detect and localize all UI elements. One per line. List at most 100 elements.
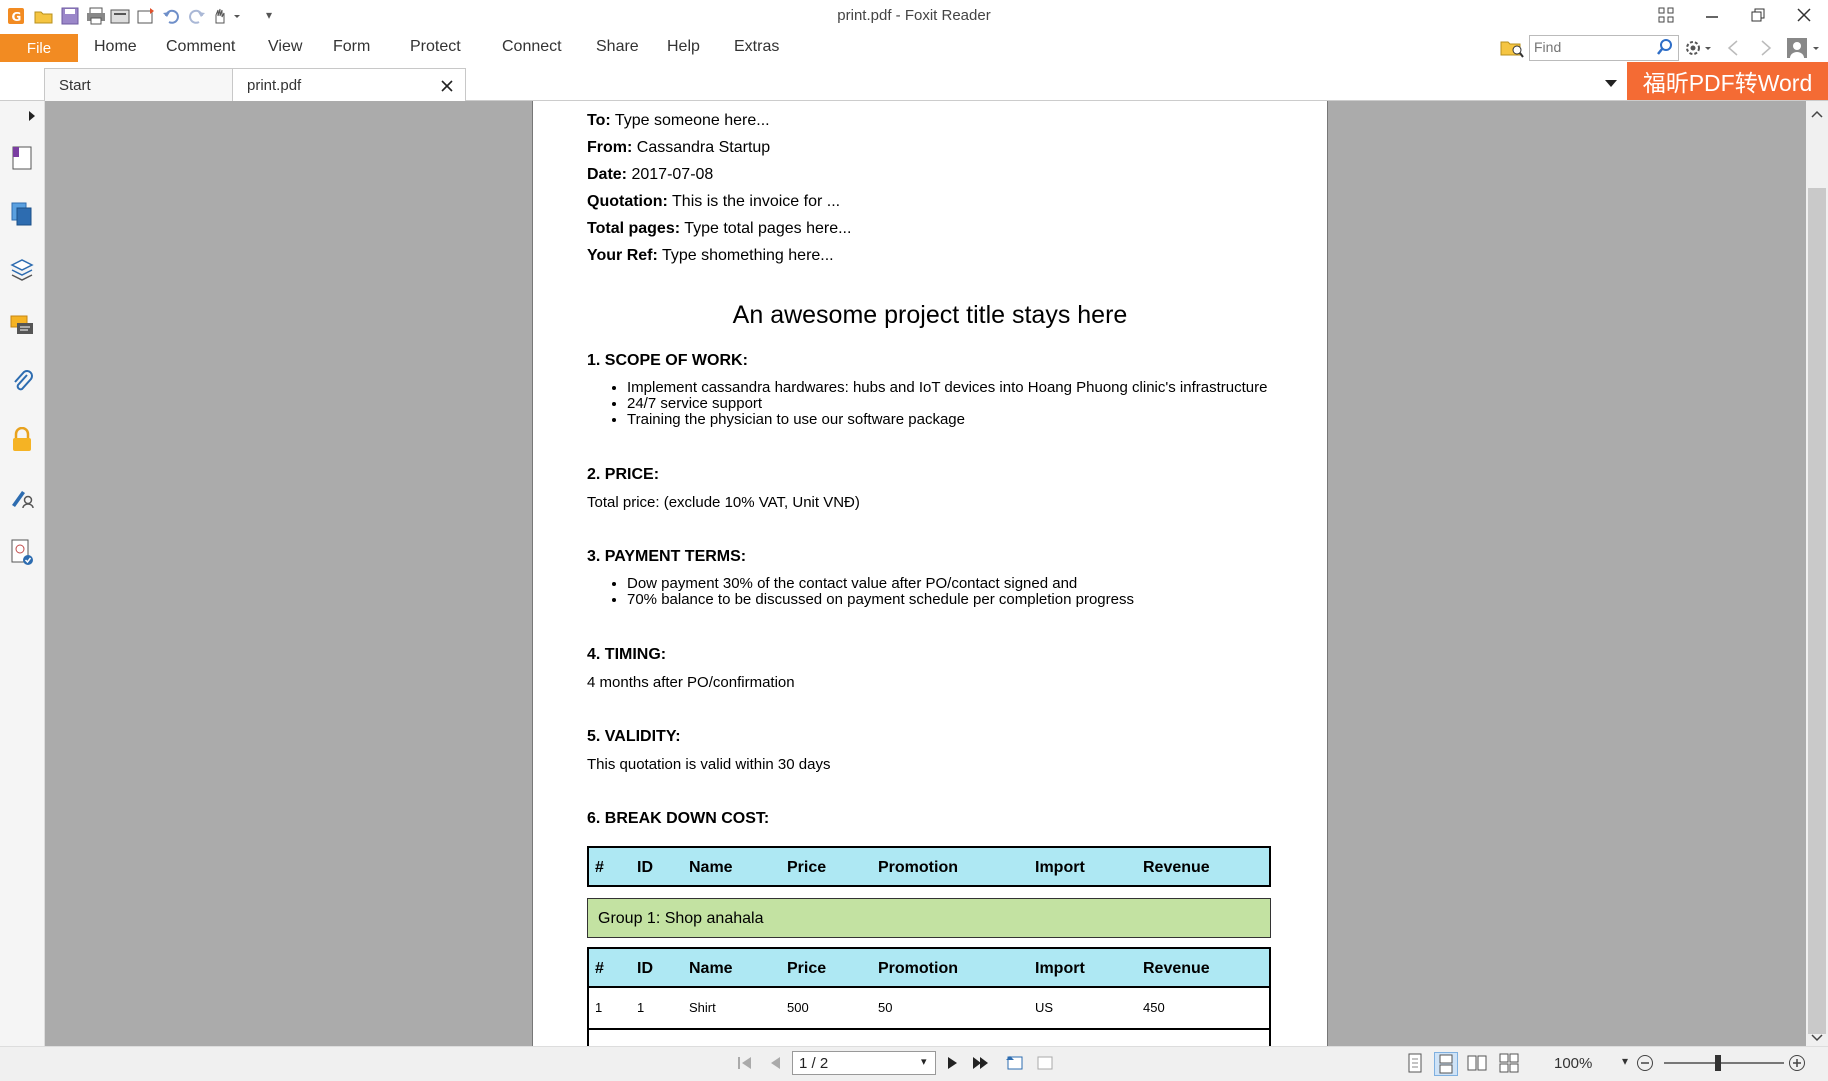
menu-comment[interactable]: Comment <box>166 38 235 56</box>
validity-heading: 5. VALIDITY: <box>587 728 681 745</box>
cell-hash: 1 <box>595 1000 603 1015</box>
file-menu-button[interactable]: File <box>0 34 78 62</box>
breakdown-header-table: # ID Name Price Promotion Import Revenue <box>587 846 1271 887</box>
menu-view[interactable]: View <box>268 38 302 56</box>
security-icon[interactable] <box>6 424 38 456</box>
zoom-dropdown-icon[interactable]: ▾ <box>1622 1054 1628 1068</box>
col-price: Price <box>787 960 827 977</box>
menu-help[interactable]: Help <box>667 38 700 56</box>
price-text: Total price: (exclude 10% VAT, Unit VNĐ) <box>587 494 860 511</box>
restore-icon[interactable] <box>1736 2 1780 28</box>
col-name: Name <box>689 960 733 977</box>
scroll-up-icon[interactable] <box>1810 106 1824 122</box>
previous-view-icon[interactable] <box>1004 1052 1026 1074</box>
tab-print-pdf-label: print.pdf <box>247 77 302 94</box>
page-number-field[interactable]: 1 / 2 ▾ <box>792 1051 936 1075</box>
page-dropdown-icon[interactable]: ▾ <box>921 1055 927 1068</box>
cell-revenue: 450 <box>1143 1000 1165 1015</box>
scope-bullet: 24/7 service support <box>627 396 1267 412</box>
payment-bullet: 70% balance to be discussed on payment s… <box>627 592 1134 608</box>
scope-list: Implement cassandra hardwares: hubs and … <box>587 380 1267 428</box>
first-page-icon[interactable] <box>734 1052 756 1074</box>
expand-panel-icon[interactable] <box>28 109 36 125</box>
header-field-from: From: Cassandra Startup <box>587 139 771 156</box>
cell-import: US <box>1035 1000 1054 1015</box>
breakdown-table: # ID Name Price Promotion Import Revenue… <box>587 947 1271 1046</box>
timing-text: 4 months after PO/confirmation <box>587 674 795 691</box>
zoom-slider-thumb[interactable] <box>1715 1055 1721 1071</box>
col-price: Price <box>787 859 827 876</box>
convert-to-word-banner[interactable]: 福昕PDF转Word <box>1627 62 1828 100</box>
find-field[interactable] <box>1529 35 1679 61</box>
menu-extras[interactable]: Extras <box>734 38 779 56</box>
close-tab-icon[interactable] <box>441 79 453 96</box>
user-account-icon[interactable] <box>1786 36 1822 60</box>
menu-form[interactable]: Form <box>333 38 370 56</box>
col-revenue: Revenue <box>1143 960 1210 977</box>
zoom-out-icon[interactable] <box>1634 1052 1656 1074</box>
col-promotion: Promotion <box>878 859 958 876</box>
col-hash: # <box>595 960 604 977</box>
tab-start[interactable]: Start <box>44 68 234 101</box>
pdf-page: To: Type someone here... From: Cassandra… <box>532 101 1328 1046</box>
next-page-icon[interactable] <box>942 1052 964 1074</box>
zoom-level[interactable]: 100% <box>1554 1055 1592 1072</box>
scope-bullet: Training the physician to use our softwa… <box>627 412 1267 428</box>
validity-text: This quotation is valid within 30 days <box>587 756 831 773</box>
vertical-scrollbar-thumb[interactable] <box>1808 188 1826 1034</box>
header-field-your-ref: Your Ref: Type shomething here... <box>587 247 834 264</box>
facing-view-icon[interactable] <box>1466 1052 1488 1074</box>
navigation-panel <box>0 101 45 1046</box>
payment-list: Dow payment 30% of the contact value aft… <box>587 576 1134 608</box>
group-row: Group 1: Shop anahala <box>587 898 1271 938</box>
timing-heading: 4. TIMING: <box>587 646 667 663</box>
window-title: print.pdf - Foxit Reader <box>837 7 991 24</box>
previous-page-icon[interactable] <box>764 1052 786 1074</box>
table-header-row: # ID Name Price Promotion Import Revenue <box>589 949 1269 988</box>
signature-icon[interactable] <box>6 480 38 512</box>
pages-icon[interactable] <box>6 198 38 230</box>
col-revenue: Revenue <box>1143 859 1210 876</box>
col-import: Import <box>1035 859 1085 876</box>
col-import: Import <box>1035 960 1085 977</box>
header-field-quotation: Quotation: This is the invoice for ... <box>587 193 841 210</box>
comments-icon[interactable] <box>6 310 38 342</box>
col-hash: # <box>595 859 604 876</box>
next-view-icon[interactable] <box>1034 1052 1056 1074</box>
search-icon[interactable] <box>1656 38 1674 59</box>
layers-icon[interactable] <box>6 254 38 286</box>
continuous-view-icon[interactable] <box>1434 1052 1458 1076</box>
minimize-icon[interactable] <box>1690 2 1734 28</box>
bookmark-icon[interactable] <box>6 142 38 174</box>
settings-gear-icon[interactable] <box>1684 37 1714 59</box>
nav-forward-icon[interactable] <box>1756 38 1776 58</box>
table-header-row: # ID Name Price Promotion Import Revenue <box>589 848 1269 885</box>
cell-name: Shirt <box>689 1000 716 1015</box>
nav-back-icon[interactable] <box>1724 38 1744 58</box>
header-field-total-pages: Total pages: Type total pages here... <box>587 220 852 237</box>
tab-list-dropdown-icon[interactable] <box>1604 76 1618 92</box>
cell-promotion: 50 <box>878 1000 893 1015</box>
attachments-icon[interactable] <box>6 366 38 398</box>
single-page-view-icon[interactable] <box>1404 1052 1426 1074</box>
ribbon-toggle-icon[interactable] <box>1644 2 1688 28</box>
zoom-slider-track[interactable] <box>1664 1062 1784 1064</box>
tab-start-label: Start <box>59 77 91 94</box>
col-name: Name <box>689 859 733 876</box>
search-folder-icon[interactable] <box>1500 36 1524 58</box>
tab-print-pdf[interactable]: print.pdf <box>232 68 466 101</box>
close-window-icon[interactable] <box>1782 2 1826 28</box>
certificate-icon[interactable] <box>6 536 38 568</box>
menu-protect[interactable]: Protect <box>410 38 461 56</box>
find-input[interactable] <box>1530 36 1656 58</box>
menu-connect[interactable]: Connect <box>502 38 562 56</box>
scope-bullet: Implement cassandra hardwares: hubs and … <box>627 380 1267 396</box>
continuous-facing-view-icon[interactable] <box>1498 1052 1520 1074</box>
menu-share[interactable]: Share <box>596 38 639 56</box>
col-id: ID <box>637 859 653 876</box>
price-heading: 2. PRICE: <box>587 466 660 483</box>
last-page-icon[interactable] <box>970 1052 992 1074</box>
scroll-down-icon[interactable] <box>1810 1030 1824 1046</box>
zoom-in-icon[interactable] <box>1786 1052 1808 1074</box>
menu-home[interactable]: Home <box>94 38 137 56</box>
